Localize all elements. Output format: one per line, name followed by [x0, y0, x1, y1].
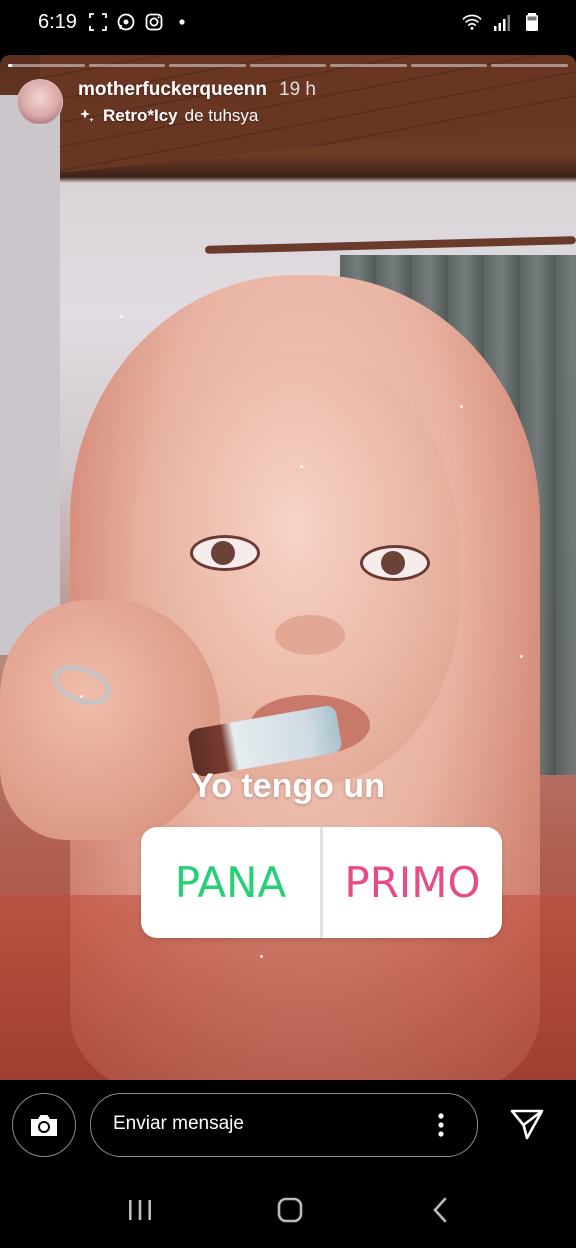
progress-segment: [249, 64, 327, 67]
progress-segment: [491, 64, 569, 67]
camera-icon: [31, 1115, 57, 1136]
status-left-icons: [88, 12, 192, 32]
wifi-icon: [462, 14, 482, 30]
progress-segment: [8, 64, 85, 67]
reply-bar: Enviar mensaje: [0, 1080, 576, 1170]
photo-sparkle: [520, 655, 523, 658]
story-username[interactable]: motherfuckerqueenn: [78, 79, 267, 101]
photo-sparkle: [460, 405, 463, 408]
progress-segment: [330, 64, 407, 67]
message-placeholder: Enviar mensaje: [113, 1113, 244, 1134]
send-icon: [510, 1109, 544, 1140]
story-viewer[interactable]: motherfuckerqueenn 19 h Retro*Icy de tuh…: [0, 55, 576, 1080]
more-options-button[interactable]: [429, 1111, 453, 1139]
progress-segment: [410, 64, 488, 67]
photo-curtain-rod: [204, 236, 576, 254]
progress-segment: [169, 64, 246, 67]
quiz-question: Yo tengo un: [191, 767, 385, 805]
back-icon: [433, 1197, 447, 1223]
home-button[interactable]: [270, 1190, 310, 1230]
instagram-icon: [145, 13, 163, 31]
dot-icon: [179, 19, 185, 25]
camera-button[interactable]: [12, 1093, 76, 1157]
photo-wall: [0, 95, 60, 655]
quiz-option-pana[interactable]: PANA: [141, 827, 320, 938]
photo-sparkle: [260, 955, 263, 958]
story-progress-bar: [8, 64, 569, 67]
battery-icon: [526, 13, 538, 31]
whatsapp-icon: [117, 13, 135, 31]
screenshot-icon: [89, 13, 107, 31]
status-time: 6:19: [38, 11, 77, 33]
story-time-ago: 19 h: [279, 79, 316, 100]
message-input[interactable]: Enviar mensaje: [90, 1093, 478, 1157]
signal-icon: [494, 15, 510, 31]
home-icon: [277, 1197, 303, 1223]
progress-segment: [88, 64, 166, 67]
photo-nose: [275, 615, 345, 655]
recent-apps-icon: [129, 1200, 151, 1220]
photo-sparkle: [300, 465, 303, 468]
recent-apps-button[interactable]: [120, 1190, 160, 1230]
sparkle-icon: [80, 109, 94, 122]
effect-name: Retro*Icy: [103, 106, 178, 125]
photo-sparkle: [80, 695, 83, 698]
more-vertical-icon: [438, 1113, 444, 1137]
quiz-sticker: PANA PRIMO: [141, 827, 502, 938]
photo-eye-left: [190, 535, 260, 571]
status-bar: 6:19: [0, 0, 576, 48]
progress-segment-fill: [8, 64, 12, 67]
photo-sparkle: [120, 315, 123, 318]
back-button[interactable]: [420, 1190, 460, 1230]
send-button[interactable]: [507, 1104, 547, 1144]
photo-eye-right: [360, 545, 430, 581]
quiz-option-primo[interactable]: PRIMO: [323, 827, 502, 938]
effect-attribution[interactable]: Retro*Icy de tuhsya: [78, 106, 258, 126]
status-right-icons: [462, 12, 542, 32]
avatar[interactable]: [17, 79, 63, 125]
effect-suffix: de tuhsya: [184, 106, 259, 125]
system-nav-bar: [0, 1170, 576, 1248]
